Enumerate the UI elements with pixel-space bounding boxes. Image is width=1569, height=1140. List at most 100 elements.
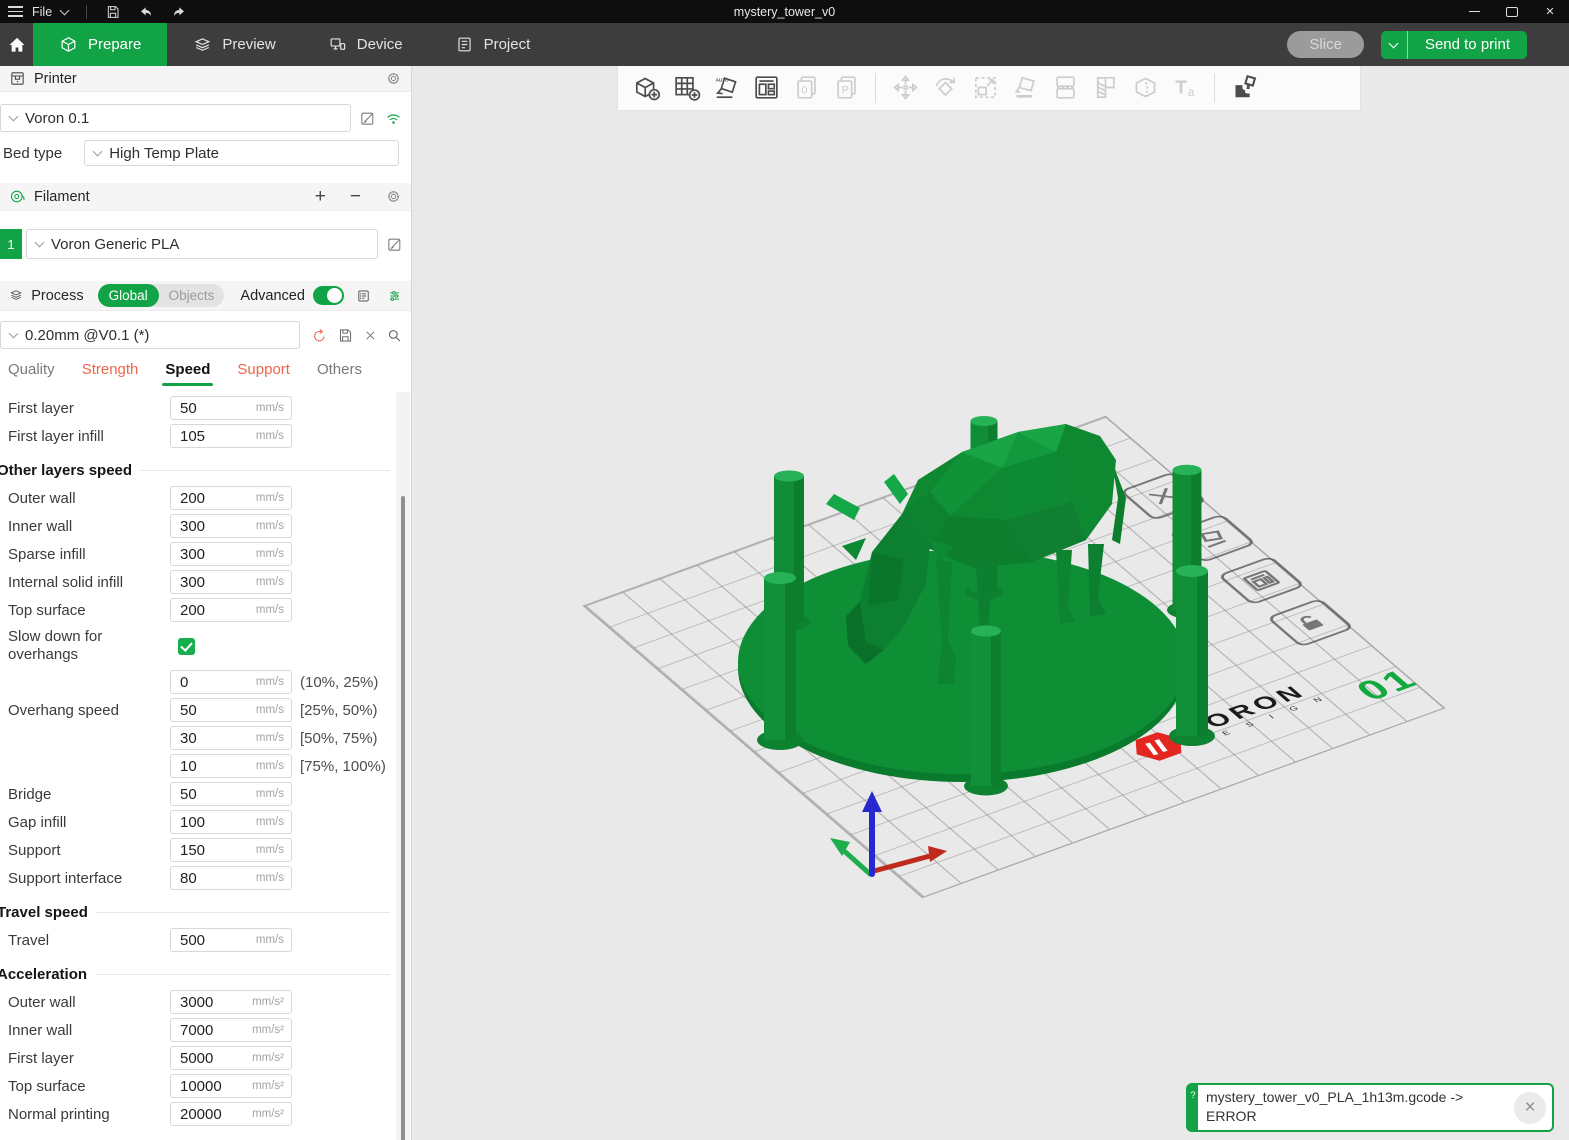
process-tab-others[interactable]: Others — [317, 361, 362, 386]
setting-input[interactable]: 300mm/s — [170, 570, 292, 594]
scrollbar-thumb[interactable] — [401, 496, 405, 1140]
setting-input[interactable]: 300mm/s — [170, 514, 292, 538]
setting-input[interactable]: 300mm/s — [170, 542, 292, 566]
setting-row: 0mm/s(10%, 25%) — [0, 668, 394, 696]
setting-row: Inner wall7000mm/s² — [0, 1016, 394, 1044]
bed-type-value: High Temp Plate — [109, 145, 219, 162]
slice-button[interactable]: Slice — [1287, 31, 1364, 58]
tab-label: Project — [484, 36, 531, 53]
filament-settings-gear-icon[interactable] — [385, 188, 402, 205]
toolbar-auto-orient-button[interactable] — [706, 68, 746, 108]
settings-section: Other layers speed — [0, 450, 394, 484]
setting-input[interactable]: 100mm/s — [170, 810, 292, 834]
tab-prepare[interactable]: Prepare — [33, 23, 167, 66]
setting-input[interactable]: 500mm/s — [170, 928, 292, 952]
setting-input[interactable]: 50mm/s — [170, 782, 292, 806]
maximize-button[interactable] — [1493, 0, 1531, 23]
toolbar-add-plate-button[interactable] — [666, 68, 706, 108]
tab-preview[interactable]: Preview — [167, 23, 301, 66]
arrange-icon — [1235, 566, 1288, 595]
edit-printer-icon[interactable] — [359, 110, 376, 127]
toolbar-scale-button — [965, 68, 1005, 108]
chevron-down-icon[interactable] — [60, 5, 70, 15]
setting-input[interactable]: 150mm/s — [170, 838, 292, 862]
setting-input[interactable]: 50mm/s — [170, 698, 292, 722]
printer-settings-gear-icon[interactable] — [385, 70, 402, 87]
setting-unit: mm/s — [256, 520, 291, 532]
remove-filament-button[interactable]: − — [350, 186, 361, 208]
tab-project[interactable]: Project — [429, 23, 557, 66]
setting-label: Travel — [0, 932, 170, 949]
process-tab-quality[interactable]: Quality — [8, 361, 55, 386]
divider — [86, 5, 87, 19]
setting-unit: mm/s — [256, 816, 291, 828]
copy-icon — [791, 72, 822, 103]
reset-icon[interactable] — [311, 327, 328, 344]
process-profile-select[interactable]: 0.20mm @V0.1 (*) — [0, 321, 300, 349]
edit-filament-icon[interactable] — [386, 236, 403, 253]
setting-row: Slow down for overhangs — [0, 624, 394, 668]
undo-icon[interactable] — [138, 4, 154, 20]
paste-icon — [831, 72, 862, 103]
setting-input[interactable]: 10000mm/s² — [170, 1074, 292, 1098]
search-icon[interactable] — [386, 327, 403, 344]
setting-value: 200 — [171, 490, 205, 507]
setting-input[interactable]: 80mm/s — [170, 866, 292, 890]
setting-input[interactable]: 50mm/s — [170, 396, 292, 420]
save-profile-icon[interactable] — [337, 327, 354, 344]
mode-objects-option[interactable]: Objects — [159, 288, 225, 303]
process-tab-support[interactable]: Support — [237, 361, 290, 386]
toast-close-button[interactable]: × — [1514, 1092, 1546, 1124]
setting-input[interactable]: 200 mm/s — [170, 486, 292, 510]
close-button[interactable]: × — [1531, 0, 1569, 23]
toolbar-assembly-button[interactable] — [1224, 68, 1264, 108]
rotate-icon — [930, 72, 961, 103]
toolbar-add-object-button[interactable] — [626, 68, 666, 108]
setting-input[interactable]: 20000mm/s² — [170, 1102, 292, 1126]
setting-value: 50 — [171, 786, 197, 803]
checklist-icon[interactable] — [356, 287, 371, 305]
filament-select[interactable]: Voron Generic PLA — [26, 229, 378, 259]
minimize-button[interactable] — [1455, 0, 1493, 23]
add-filament-button[interactable]: + — [315, 186, 326, 208]
tab-device[interactable]: Device — [302, 23, 429, 66]
setting-unit: mm/s — [256, 492, 291, 504]
send-to-print-button[interactable]: Send to print — [1408, 31, 1527, 59]
process-section-header: Process Global Objects Advanced — [0, 281, 411, 311]
wifi-icon[interactable] — [384, 109, 403, 128]
file-menu[interactable]: File — [32, 5, 52, 19]
process-tab-strength[interactable]: Strength — [82, 361, 139, 386]
checkbox[interactable] — [178, 638, 195, 655]
toolbar-rotate-button — [925, 68, 965, 108]
setting-input[interactable]: 7000mm/s² — [170, 1018, 292, 1042]
printer-icon — [9, 70, 26, 87]
setting-input[interactable]: 30mm/s — [170, 726, 292, 750]
setting-input[interactable]: 5000mm/s² — [170, 1046, 292, 1070]
clear-icon[interactable] — [363, 328, 378, 343]
process-tab-speed[interactable]: Speed — [165, 361, 210, 386]
bed-type-select[interactable]: High Temp Plate — [84, 140, 399, 166]
toast-help-icon[interactable]: ? — [1188, 1085, 1198, 1130]
toolbar-arrange-button[interactable] — [746, 68, 786, 108]
home-button[interactable] — [0, 23, 33, 66]
setting-input[interactable]: 10mm/s — [170, 754, 292, 778]
setting-input[interactable]: 3000mm/s² — [170, 990, 292, 1014]
setting-input[interactable]: 200mm/s — [170, 598, 292, 622]
send-options-button[interactable] — [1381, 31, 1408, 59]
setting-input[interactable]: 105mm/s — [170, 424, 292, 448]
tune-icon[interactable] — [387, 287, 402, 305]
setting-value: 300 — [171, 574, 205, 591]
setting-label: First layer — [0, 400, 170, 417]
setting-value: 10 — [171, 758, 197, 775]
setting-input[interactable]: 0mm/s — [170, 670, 292, 694]
setting-value: 50 — [171, 400, 197, 417]
delete-icon — [1137, 481, 1190, 510]
mode-global-option[interactable]: Global — [98, 284, 159, 307]
setting-label: Top surface — [0, 602, 170, 619]
redo-icon[interactable] — [171, 4, 187, 20]
save-icon[interactable] — [105, 4, 121, 20]
settings-scrollbar[interactable] — [396, 392, 410, 1140]
advanced-toggle[interactable] — [313, 286, 344, 305]
printer-select[interactable]: Voron 0.1 — [0, 104, 351, 132]
hamburger-menu-icon[interactable] — [8, 6, 23, 17]
